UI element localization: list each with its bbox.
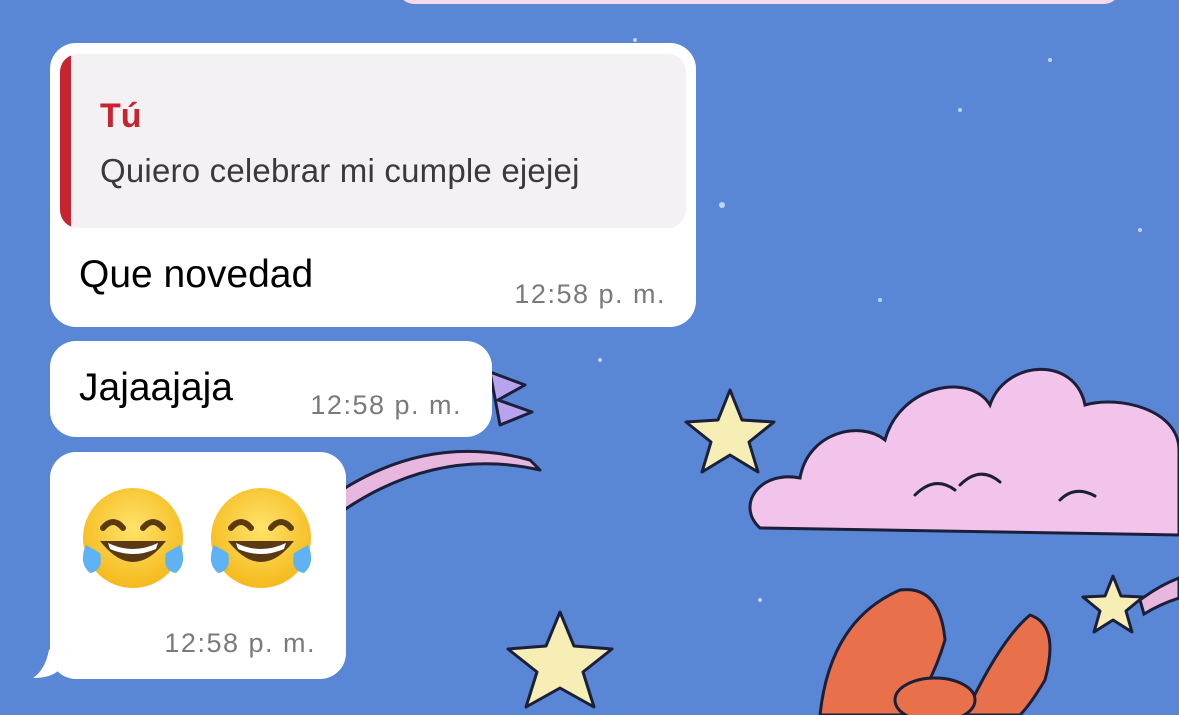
message-bubble[interactable]: 12:58 p. m. bbox=[50, 452, 346, 679]
message-bubble[interactable]: Jajaajaja 12:58 p. m. bbox=[50, 341, 492, 437]
message-timestamp: 12:58 p. m. bbox=[164, 628, 316, 658]
message-text: Jajaajaja bbox=[79, 366, 233, 409]
bubble-tail bbox=[33, 640, 59, 678]
previous-message-bubble bbox=[398, 0, 1120, 4]
face-with-tears-of-joy-icon bbox=[210, 488, 312, 588]
quoted-message[interactable]: Tú Quiero celebrar mi cumple ejejej bbox=[60, 54, 686, 228]
message-text: Que novedad bbox=[79, 253, 314, 296]
message-timestamp: 12:58 p. m. bbox=[514, 279, 666, 309]
quote-accent-bar bbox=[60, 54, 71, 228]
quote-author: Tú bbox=[100, 97, 142, 135]
message-bubble[interactable]: Tú Quiero celebrar mi cumple ejejej Que … bbox=[50, 43, 696, 327]
face-with-tears-of-joy-icon bbox=[82, 488, 184, 588]
emoji-row bbox=[78, 483, 316, 593]
quote-text: Quiero celebrar mi cumple ejejej bbox=[100, 152, 580, 189]
message-timestamp: 12:58 p. m. bbox=[310, 390, 462, 420]
